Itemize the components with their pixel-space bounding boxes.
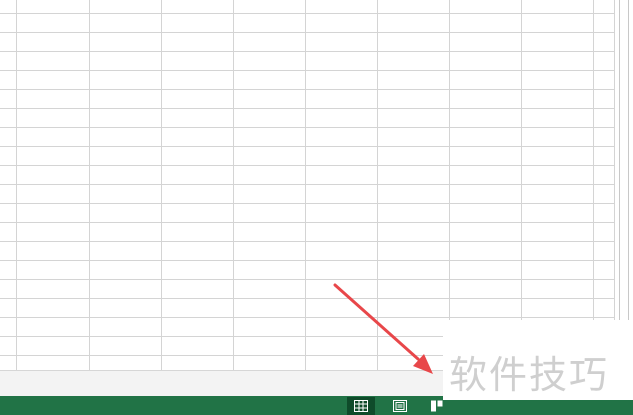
watermark-text: 软件技巧	[449, 353, 610, 397]
page-layout-icon	[393, 400, 407, 412]
page-break-icon	[431, 400, 443, 412]
vertical-scroll-thumb[interactable]	[619, 0, 629, 360]
page-layout-view-button[interactable]	[386, 397, 414, 415]
normal-view-button[interactable]	[347, 397, 375, 415]
spreadsheet-grid[interactable]	[0, 0, 614, 370]
watermark: 软件技巧	[443, 320, 633, 400]
grid-view-icon	[354, 400, 368, 412]
cell-grid[interactable]	[0, 0, 614, 370]
vertical-scrollbar[interactable]	[614, 0, 633, 370]
